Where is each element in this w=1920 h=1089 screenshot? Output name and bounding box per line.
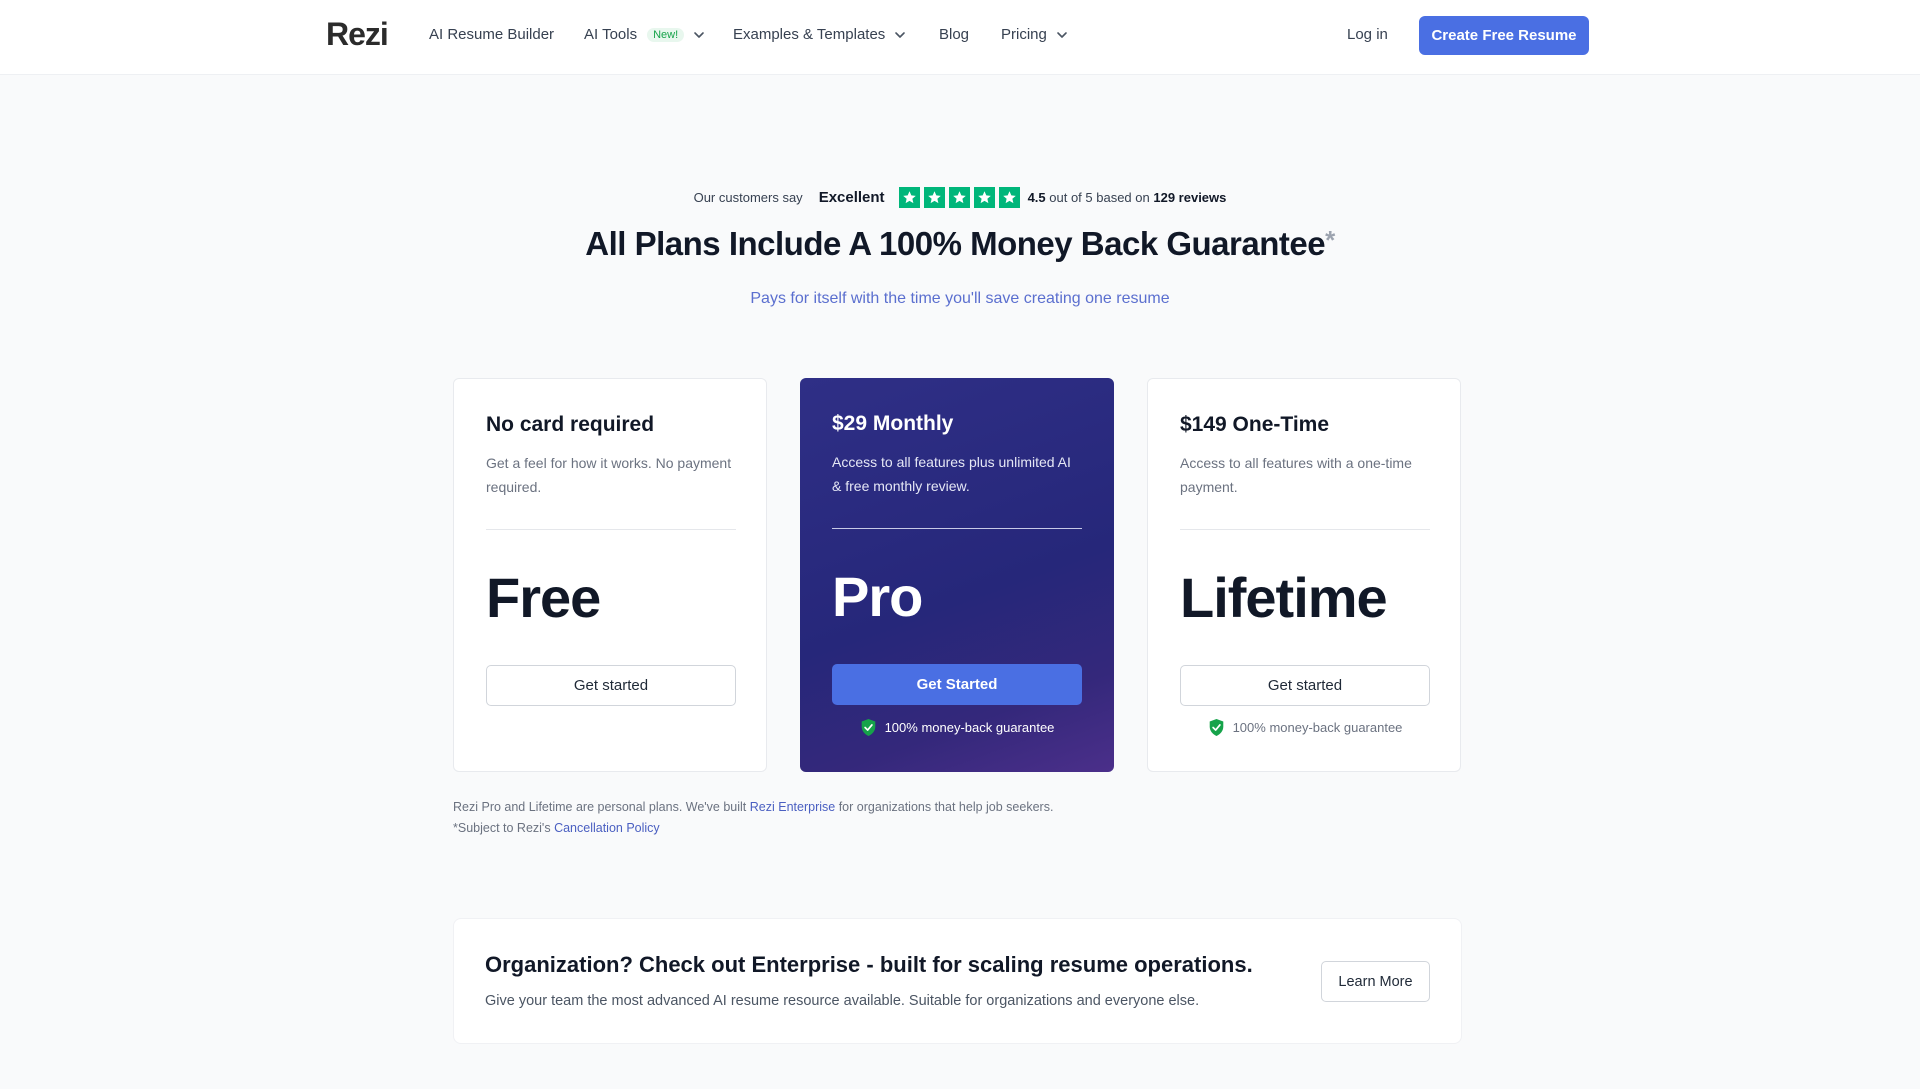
free-get-started-button[interactable]: Get started <box>486 665 736 706</box>
trustpilot-review-bar[interactable]: Our customers say Excellent 4.5 out of 5… <box>0 187 1920 208</box>
plan-card-divider <box>486 529 736 530</box>
nav-label: Pricing <box>1001 26 1047 43</box>
guarantee-text: 100% money-back guarantee <box>884 720 1055 735</box>
review-count: 129 reviews <box>1153 190 1227 205</box>
review-score: 4.5 <box>1027 190 1046 205</box>
chevron-down-icon <box>694 31 704 38</box>
plan-card-title: $29 Monthly <box>832 412 954 435</box>
page-title: All Plans Include A 100% Money Back Guar… <box>0 225 1920 263</box>
top-nav: Rezi AI Resume Builder AI Tools New! Exa… <box>0 0 1920 75</box>
money-back-guarantee: 100% money-back guarantee <box>832 718 1082 737</box>
nav-label: AI Tools <box>584 26 638 43</box>
title-asterisk: * <box>1325 225 1335 255</box>
chevron-down-icon <box>895 31 906 38</box>
plan-card-free: No card required Get a feel for how it w… <box>453 378 767 772</box>
plan-card-lifetime: $149 One-Time Access to all features wit… <box>1147 378 1461 772</box>
plan-footnotes: Rezi Pro and Lifetime are personal plans… <box>453 797 1053 839</box>
shield-check-icon <box>1209 719 1223 736</box>
page-subtitle: Pays for itself with the time you'll sav… <box>750 290 1170 307</box>
pro-get-started-button[interactable]: Get Started <box>832 664 1082 705</box>
review-prefix: Our customers say <box>693 190 803 205</box>
review-summary: 4.5 out of 5 based on 129 reviews <box>1028 190 1227 205</box>
nav-pricing[interactable]: Pricing <box>1001 26 1069 43</box>
login-link[interactable]: Log in <box>1347 26 1388 43</box>
star-icon <box>948 187 970 208</box>
plan-card-title: $149 One-Time <box>1180 413 1330 436</box>
review-out-of: out of 5 based on <box>1049 190 1150 205</box>
enterprise-banner: Organization? Check out Enterprise - bui… <box>453 918 1462 1044</box>
star-icon <box>998 187 1020 208</box>
plan-card-description: Get a feel for how it works. No payment … <box>486 455 732 495</box>
enterprise-description: Give your team the most advanced AI resu… <box>485 993 1200 1009</box>
cancellation-policy-link[interactable]: Cancellation Policy <box>554 821 660 835</box>
plan-name: Free <box>486 566 601 629</box>
plan-card-pro: $29 Monthly Access to all features plus … <box>800 378 1114 772</box>
star-icon <box>898 187 920 208</box>
plan-card-divider <box>1180 529 1430 530</box>
nav-examples-templates[interactable]: Examples & Templates <box>733 26 907 43</box>
learn-more-button[interactable]: Learn More <box>1321 961 1430 1002</box>
lifetime-get-started-button[interactable]: Get started <box>1180 665 1430 706</box>
footnote-text: Rezi Pro and Lifetime are personal plans… <box>453 800 747 814</box>
plan-card-description: Access to all features with a one-time p… <box>1180 455 1412 495</box>
enterprise-title: Organization? Check out Enterprise - bui… <box>485 952 1253 977</box>
footnote-line-1: Rezi Pro and Lifetime are personal plans… <box>453 797 1053 818</box>
nav-label: Blog <box>939 26 970 43</box>
nav-blog[interactable]: Blog <box>939 26 969 43</box>
rezi-logo[interactable]: Rezi <box>326 16 389 53</box>
plan-card-title: No card required <box>486 413 655 436</box>
rezi-enterprise-link[interactable]: Rezi Enterprise <box>750 800 835 814</box>
review-rating-word: Excellent <box>818 189 885 206</box>
shield-check-icon <box>861 719 875 736</box>
create-free-resume-button[interactable]: Create Free Resume <box>1419 16 1589 55</box>
new-badge: New! <box>647 27 685 42</box>
plan-card-divider <box>832 528 1082 529</box>
footnote-text: for organizations that help job seekers. <box>838 800 1054 814</box>
footnote-text: *Subject to Rezi's <box>453 821 551 835</box>
footnote-line-2: *Subject to Rezi's Cancellation Policy <box>453 818 1053 839</box>
page-title-text: All Plans Include A 100% Money Back Guar… <box>585 225 1326 262</box>
rating-stars <box>898 187 1020 208</box>
guarantee-text: 100% money-back guarantee <box>1232 720 1403 735</box>
plan-name: Lifetime <box>1180 566 1388 629</box>
star-icon <box>973 187 995 208</box>
chevron-down-icon <box>1057 31 1067 38</box>
nav-ai-tools[interactable]: AI Tools New! <box>584 26 706 43</box>
money-back-guarantee: 100% money-back guarantee <box>1180 718 1430 737</box>
star-icon <box>923 187 945 208</box>
plan-name: Pro <box>832 565 923 628</box>
nav-ai-resume-builder[interactable]: AI Resume Builder <box>429 26 554 43</box>
plan-card-description: Access to all features plus unlimited AI… <box>832 454 1071 494</box>
nav-label: AI Resume Builder <box>429 26 555 43</box>
nav-label: Examples & Templates <box>733 26 886 43</box>
